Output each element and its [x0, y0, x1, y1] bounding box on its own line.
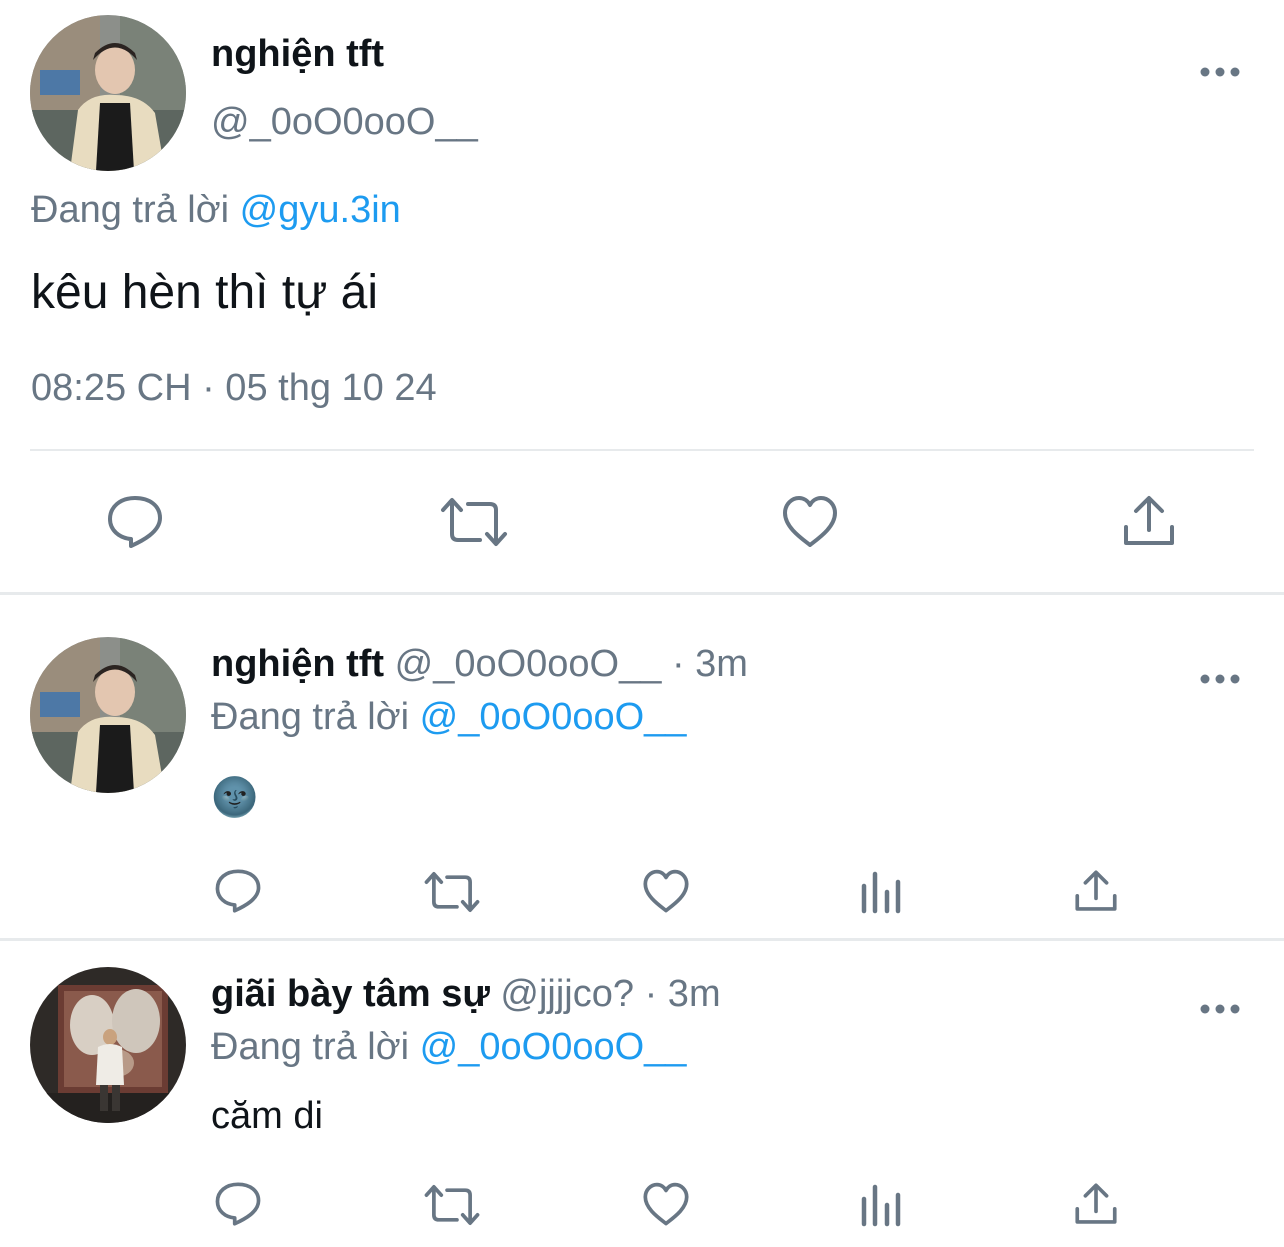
tweet-time[interactable]: · 3m: [645, 973, 721, 1015]
more-icon[interactable]: [1200, 50, 1240, 84]
replying-to: Đang trả lời @_0oO0ooO__: [211, 1025, 686, 1069]
share-icon[interactable]: [1074, 1182, 1118, 1226]
divider: [0, 938, 1284, 941]
replying-label: Đang trả lời: [31, 189, 230, 231]
replying-to-link[interactable]: @_0oO0ooO__: [420, 1026, 687, 1068]
like-icon[interactable]: [642, 869, 690, 914]
retweet-icon[interactable]: [424, 870, 480, 914]
tweet-text: căm di: [211, 1095, 323, 1137]
analytics-icon[interactable]: [860, 1183, 904, 1227]
handle[interactable]: @jjjjco?: [500, 973, 634, 1015]
tweet-time[interactable]: · 3m: [672, 643, 748, 685]
reply-icon[interactable]: [106, 494, 164, 550]
avatar[interactable]: [30, 967, 186, 1123]
tweet-text: kêu hèn thì tự ái: [31, 266, 379, 319]
display-name[interactable]: giãi bày tâm sự: [211, 973, 490, 1015]
share-icon[interactable]: [1074, 869, 1118, 913]
tweet-header: nghiện tft @_0oO0ooO__ · 3m: [211, 642, 748, 686]
tweet-timestamp[interactable]: 08:25 CH · 05 thg 10 24: [31, 366, 437, 410]
avatar[interactable]: [30, 15, 186, 171]
replying-to: Đang trả lời @_0oO0ooO__: [211, 695, 686, 739]
tweet-text: 🌚: [211, 777, 259, 819]
reply-icon[interactable]: [214, 1181, 262, 1227]
retweet-icon[interactable]: [440, 496, 508, 548]
display-name[interactable]: nghiện tft: [211, 643, 384, 685]
analytics-icon[interactable]: [860, 870, 904, 914]
more-icon[interactable]: [1200, 987, 1240, 1021]
replying-to-link[interactable]: @_0oO0ooO__: [420, 696, 687, 738]
replying-to: Đang trả lời @gyu.3in: [31, 188, 401, 232]
more-icon[interactable]: [1200, 657, 1240, 691]
replying-to-link[interactable]: @gyu.3in: [240, 189, 401, 231]
share-icon[interactable]: [1122, 494, 1176, 548]
like-icon[interactable]: [642, 1182, 690, 1227]
reply-icon[interactable]: [214, 868, 262, 914]
replying-label: Đang trả lời: [211, 1026, 410, 1068]
avatar[interactable]: [30, 637, 186, 793]
replying-label: Đang trả lời: [211, 696, 410, 738]
like-icon[interactable]: [781, 495, 839, 549]
tweet-header: giãi bày tâm sự @jjjjco? · 3m: [211, 972, 721, 1016]
divider: [0, 592, 1284, 595]
display-name[interactable]: nghiện tft: [211, 32, 384, 76]
handle[interactable]: @_0oO0ooO__: [211, 100, 478, 144]
handle[interactable]: @_0oO0ooO__: [395, 643, 662, 685]
retweet-icon[interactable]: [424, 1183, 480, 1227]
divider: [30, 449, 1254, 451]
